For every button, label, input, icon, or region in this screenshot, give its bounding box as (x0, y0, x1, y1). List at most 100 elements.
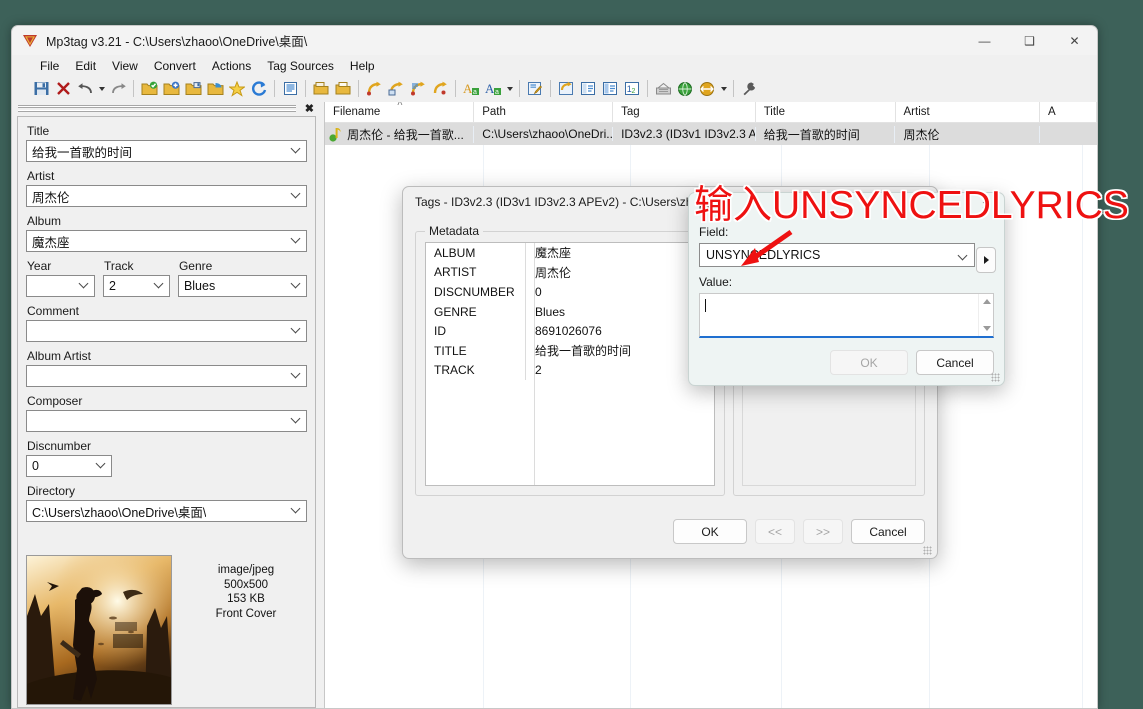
directory-input[interactable]: C:\Users\zhaoo\OneDrive\桌面\ (26, 500, 307, 522)
maximize-button[interactable]: ❑ (1007, 26, 1052, 55)
genre-input[interactable]: Blues (177, 275, 307, 297)
menu-actions[interactable]: Actions (204, 57, 259, 75)
composer-input[interactable] (26, 410, 307, 432)
column-header-filename[interactable]: Filename ˄ (325, 102, 475, 122)
tag-sources-dropdown-caret-icon[interactable] (718, 78, 729, 100)
value-scrollbar[interactable] (978, 294, 993, 336)
replace-icon[interactable]: Aa (482, 78, 504, 100)
metadata-row[interactable]: GENRE Blues (426, 301, 714, 322)
album-input[interactable]: 魔杰座 (26, 230, 307, 252)
scroll-up-icon[interactable] (983, 299, 991, 304)
column-header-tag[interactable]: Tag (613, 102, 756, 122)
metadata-row[interactable]: ARTIST 周杰伦 (426, 262, 714, 283)
chevron-down-icon[interactable] (291, 284, 300, 293)
value-textarea[interactable] (699, 293, 994, 338)
add-directory-subfolders-icon[interactable] (160, 78, 182, 100)
menu-tag-sources[interactable]: Tag Sources (259, 57, 342, 75)
toolbar-separator (550, 80, 551, 97)
tags-cancel-button[interactable]: Cancel (851, 519, 925, 544)
tags-prev-button[interactable]: << (755, 519, 795, 544)
artist-input[interactable]: 周杰伦 (26, 185, 307, 207)
chevron-down-icon[interactable] (291, 419, 300, 428)
metadata-key: ARTIST (426, 262, 526, 283)
comment-input[interactable] (26, 320, 307, 342)
menu-view[interactable]: View (104, 57, 146, 75)
playlist-icon[interactable] (577, 78, 599, 100)
close-button[interactable]: ✕ (1052, 26, 1097, 55)
menu-edit[interactable]: Edit (67, 57, 104, 75)
metadata-row[interactable]: ALBUM 魔杰座 (426, 243, 714, 263)
favorites-icon[interactable] (226, 78, 248, 100)
tags-next-button[interactable]: >> (803, 519, 843, 544)
tag-sources-icon[interactable] (696, 78, 718, 100)
chevron-down-icon[interactable] (291, 149, 300, 158)
metadata-list[interactable]: ALBUM 魔杰座 ARTIST 周杰伦 DISCNUMBER 0 GENRE … (425, 242, 715, 486)
metadata-row[interactable]: TRACK 2 (426, 360, 714, 381)
undo-icon[interactable] (74, 78, 96, 100)
field-dialog-buttons: OK Cancel (830, 350, 994, 375)
discogs-icon[interactable] (652, 78, 674, 100)
metadata-row[interactable]: DISCNUMBER 0 (426, 282, 714, 302)
chevron-down-icon[interactable] (291, 374, 300, 383)
change-directory-icon[interactable] (182, 78, 204, 100)
menu-file[interactable]: File (32, 57, 67, 75)
minimize-button[interactable]: — (962, 26, 1007, 55)
filename-to-tag-icon[interactable] (385, 78, 407, 100)
tags-ok-button[interactable]: OK (673, 519, 747, 544)
filename-to-filename-icon[interactable] (407, 78, 429, 100)
chevron-down-icon[interactable] (291, 329, 300, 338)
replace-dropdown-caret-icon[interactable] (504, 78, 515, 100)
track-input[interactable]: 2 (102, 275, 170, 297)
cover-art-panel[interactable]: image/jpeg 500x500 153 KB Front Cover (17, 547, 316, 708)
column-header-artist[interactable]: Artist (896, 102, 1040, 122)
paste-tag-icon[interactable] (332, 78, 354, 100)
cover-art-image[interactable] (26, 555, 172, 705)
freedb-icon[interactable] (674, 78, 696, 100)
redo-icon[interactable] (107, 78, 129, 100)
chevron-down-icon[interactable] (154, 284, 163, 293)
tags-dialog-resize-grip[interactable] (923, 546, 932, 555)
chevron-down-icon[interactable] (291, 509, 300, 518)
chevron-down-icon[interactable] (953, 252, 966, 259)
export-icon[interactable] (555, 78, 577, 100)
chevron-down-icon[interactable] (79, 284, 88, 293)
text-file-tag-icon[interactable] (524, 78, 546, 100)
chevron-down-icon[interactable] (291, 194, 300, 203)
album-artist-input[interactable] (26, 365, 307, 387)
field-dialog-resize-grip[interactable] (991, 373, 1000, 382)
tag-to-tag-icon[interactable] (429, 78, 451, 100)
field-ok-button[interactable]: OK (830, 350, 908, 375)
panel-close-icon[interactable]: ✖ (305, 102, 314, 115)
add-files-icon[interactable] (204, 78, 226, 100)
metadata-row[interactable]: TITLE 给我一首歌的时间 (426, 340, 714, 361)
discnumber-input[interactable]: 0 (26, 455, 112, 477)
chevron-down-icon[interactable] (96, 464, 105, 473)
refresh-icon[interactable] (248, 78, 270, 100)
copy-tag-icon[interactable] (310, 78, 332, 100)
field-more-button[interactable] (976, 247, 996, 273)
table-row[interactable]: 周杰伦 - 给我一首歌... C:\Users\zhaoo\OneDri... … (325, 123, 1097, 145)
save-icon[interactable] (30, 78, 52, 100)
playlist-selected-icon[interactable] (599, 78, 621, 100)
column-header-title[interactable]: Title (756, 102, 896, 122)
auto-numbering-icon[interactable]: 12 (621, 78, 643, 100)
column-header-a[interactable]: A (1040, 102, 1097, 122)
scroll-down-icon[interactable] (983, 326, 991, 331)
menu-help[interactable]: Help (342, 57, 383, 75)
field-cancel-button[interactable]: Cancel (916, 350, 994, 375)
add-directory-icon[interactable] (138, 78, 160, 100)
title-input[interactable]: 给我一首歌的时间 (26, 140, 307, 162)
chevron-down-icon[interactable] (291, 239, 300, 248)
undo-dropdown-caret-icon[interactable] (96, 78, 107, 100)
menu-convert[interactable]: Convert (146, 57, 204, 75)
metadata-row[interactable]: ID 8691026076 (426, 321, 714, 341)
tag-to-filename-icon[interactable] (363, 78, 385, 100)
column-header-path[interactable]: Path (474, 102, 614, 122)
remove-icon[interactable] (52, 78, 74, 100)
filter-icon[interactable] (279, 78, 301, 100)
options-icon[interactable] (738, 78, 760, 100)
window-controls: — ❑ ✕ (962, 26, 1097, 55)
year-input[interactable] (26, 275, 95, 297)
case-conversion-icon[interactable]: Aa (460, 78, 482, 100)
panel-drag-grip[interactable]: ✖ (15, 102, 318, 116)
